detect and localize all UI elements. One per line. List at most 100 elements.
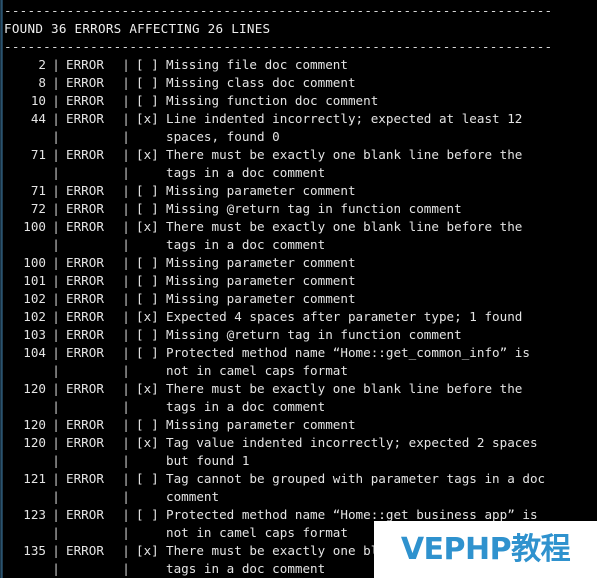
- column-divider: |: [52, 291, 60, 306]
- separator-bottom: ----------------------------------------…: [4, 39, 553, 54]
- column-divider: |: [52, 363, 60, 378]
- column-divider: |: [122, 363, 130, 378]
- row-line-number: 72: [30, 201, 46, 216]
- column-divider: |: [52, 201, 60, 216]
- table-row-continuation: | | not in camel caps format: [0, 362, 597, 380]
- column-divider: |: [122, 309, 130, 324]
- table-row: 120 | ERROR | [x] There must be exactly one b…: [0, 380, 597, 398]
- column-divider: |: [122, 399, 130, 414]
- row-severity: ERROR: [66, 345, 104, 360]
- column-divider: |: [52, 93, 60, 108]
- column-divider: |: [52, 453, 60, 468]
- watermark-overlay: VEPHP教程: [374, 521, 597, 578]
- row-line-number: 103: [23, 327, 46, 342]
- column-divider: |: [122, 273, 130, 288]
- row-line-number: 71: [30, 147, 46, 162]
- row-line-number: 2: [38, 57, 46, 72]
- column-divider: |: [122, 75, 130, 90]
- column-divider: |: [122, 345, 130, 360]
- column-divider: |: [122, 147, 130, 162]
- row-severity: ERROR: [66, 507, 104, 522]
- table-row: 8 | ERROR | [ ] Missing class doc comment: [0, 74, 597, 92]
- row-message: Missing function doc comment: [166, 93, 379, 108]
- column-divider: |: [52, 57, 60, 72]
- row-severity: ERROR: [66, 219, 104, 234]
- row-severity: ERROR: [66, 471, 104, 486]
- table-row-continuation: | | but found 1: [0, 452, 597, 470]
- column-divider: |: [52, 525, 60, 540]
- row-severity: ERROR: [66, 327, 104, 342]
- table-row: 71 | ERROR | [x] There must be exactly one bl…: [0, 146, 597, 164]
- row-message: Protected method name “Home::get_busines…: [166, 507, 538, 522]
- column-divider: |: [122, 201, 130, 216]
- row-message: There must be exactly one blank line bef…: [166, 147, 523, 162]
- column-divider: |: [122, 453, 130, 468]
- row-line-number: 8: [38, 75, 46, 90]
- column-divider: |: [122, 561, 130, 576]
- row-severity: ERROR: [66, 201, 104, 216]
- row-line-number: 120: [23, 381, 46, 396]
- column-divider: |: [52, 381, 60, 396]
- row-fixable-marker: [ ]: [136, 345, 159, 360]
- table-row: 44 | ERROR | [x] Line indented incorrectly; e…: [0, 110, 597, 128]
- row-severity: ERROR: [66, 291, 104, 306]
- table-row-continuation: | | tags in a doc comment: [0, 164, 597, 182]
- row-fixable-marker: [ ]: [136, 93, 159, 108]
- table-row: 72 | ERROR | [ ] Missing @return tag in funct…: [0, 200, 597, 218]
- row-message-continuation: but found 1: [166, 453, 250, 468]
- column-divider: |: [52, 147, 60, 162]
- column-divider: |: [122, 183, 130, 198]
- column-divider: |: [52, 183, 60, 198]
- row-message-continuation: comment: [166, 489, 220, 504]
- terminal-window[interactable]: ----------------------------------------…: [0, 0, 597, 578]
- column-divider: |: [52, 417, 60, 432]
- row-severity: ERROR: [66, 111, 104, 126]
- table-row: 100 | ERROR | [ ] Missing parameter comment: [0, 254, 597, 272]
- column-divider: |: [52, 129, 60, 144]
- row-message: There must be exactly one blank line bef…: [166, 219, 523, 234]
- row-fixable-marker: [x]: [136, 381, 159, 396]
- column-divider: |: [122, 327, 130, 342]
- row-severity: ERROR: [66, 75, 104, 90]
- table-row-continuation: | | spaces, found 0: [0, 128, 597, 146]
- table-row-continuation: | | comment: [0, 488, 597, 506]
- row-message-continuation: tags in a doc comment: [166, 399, 326, 414]
- column-divider: |: [122, 525, 130, 540]
- table-row: 120 | ERROR | [x] Tag value indented incorrec…: [0, 434, 597, 452]
- row-message-continuation: tags in a doc comment: [166, 237, 326, 252]
- column-divider: |: [122, 93, 130, 108]
- row-line-number: 100: [23, 255, 46, 270]
- row-message-continuation: not in camel caps format: [166, 363, 348, 378]
- table-row: 10 | ERROR | [ ] Missing function doc comment: [0, 92, 597, 110]
- column-divider: |: [52, 327, 60, 342]
- column-divider: |: [122, 129, 130, 144]
- row-message-continuation: tags in a doc comment: [166, 561, 326, 576]
- column-divider: |: [122, 57, 130, 72]
- row-severity: ERROR: [66, 543, 104, 558]
- row-line-number: 71: [30, 183, 46, 198]
- row-line-number: 120: [23, 435, 46, 450]
- row-fixable-marker: [x]: [136, 147, 159, 162]
- column-divider: |: [122, 111, 130, 126]
- row-message: Missing @return tag in function comment: [166, 201, 462, 216]
- table-row-continuation: | | tags in a doc comment: [0, 236, 597, 254]
- row-line-number: 44: [30, 111, 46, 126]
- row-fixable-marker: [ ]: [136, 327, 159, 342]
- watermark-label: VEPHP教程: [400, 531, 571, 567]
- column-divider: |: [122, 543, 130, 558]
- column-divider: |: [52, 345, 60, 360]
- row-severity: ERROR: [66, 309, 104, 324]
- row-message: Missing parameter comment: [166, 417, 356, 432]
- column-divider: |: [52, 237, 60, 252]
- column-divider: |: [122, 237, 130, 252]
- row-line-number: 104: [23, 345, 46, 360]
- row-message: Missing parameter comment: [166, 255, 356, 270]
- column-divider: |: [122, 435, 130, 450]
- row-line-number: 102: [23, 291, 46, 306]
- column-divider: |: [122, 291, 130, 306]
- column-divider: |: [52, 75, 60, 90]
- row-fixable-marker: [x]: [136, 111, 159, 126]
- row-fixable-marker: [ ]: [136, 273, 159, 288]
- row-line-number: 102: [23, 309, 46, 324]
- row-message: There must be exactly one blank line bef…: [166, 381, 523, 396]
